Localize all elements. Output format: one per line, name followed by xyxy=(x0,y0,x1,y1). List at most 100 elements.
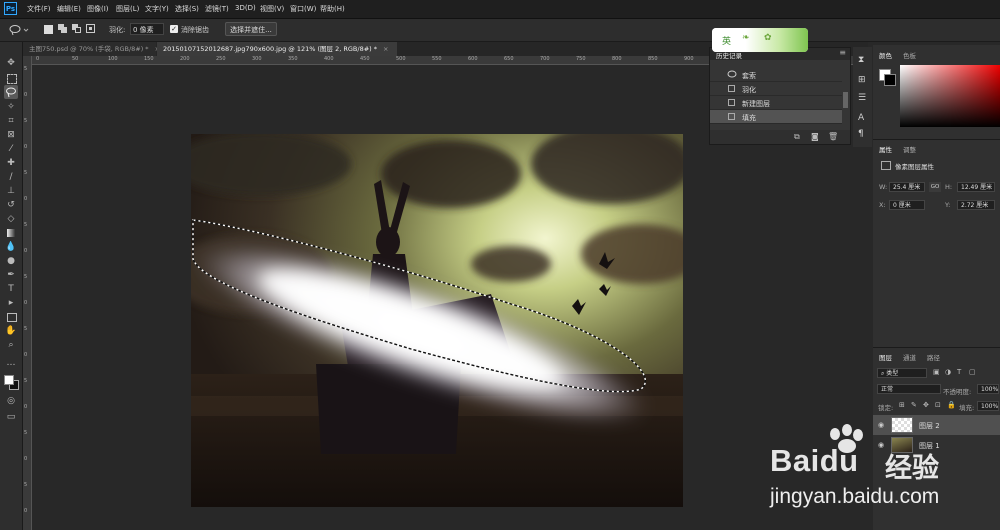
rectangle-tool-icon[interactable] xyxy=(4,310,18,324)
lock-transparent-icon[interactable]: ⊞ xyxy=(899,401,905,409)
paragraph-icon[interactable]: ¶ xyxy=(858,129,864,139)
lock-pixels-icon[interactable]: ✎ xyxy=(911,401,917,409)
y-field[interactable]: 2.72 厘米 xyxy=(957,200,995,210)
height-field[interactable]: 12.49 厘米 xyxy=(957,182,995,192)
blur-tool-icon[interactable]: 💧 xyxy=(4,240,18,254)
lasso-tool-preset-icon[interactable] xyxy=(8,23,30,37)
menu-filter[interactable]: 滤镜(T) xyxy=(205,4,229,14)
menu-window[interactable]: 窗口(W) xyxy=(290,4,316,14)
move-tool-icon[interactable]: ✥ xyxy=(4,56,18,70)
x-label: X: xyxy=(879,201,886,209)
swatches-icon[interactable]: ⊞ xyxy=(858,75,866,85)
more-tools-icon[interactable]: … xyxy=(4,356,18,370)
tab-properties[interactable]: 属性 xyxy=(879,144,892,154)
lock-label: 锁定: xyxy=(878,404,894,412)
width-field[interactable]: 25.4 厘米 xyxy=(889,182,925,192)
eyedropper-tool-icon[interactable]: ⁄ xyxy=(4,142,18,156)
tab-main-psd[interactable]: 主图750.psd @ 70% (手袋, RGB/8#) *× xyxy=(23,42,160,56)
menu-select[interactable]: 选择(S) xyxy=(175,4,199,14)
color-swatches-icon[interactable] xyxy=(4,375,19,390)
new-selection-icon[interactable] xyxy=(44,25,53,34)
filter-shape-icon[interactable]: ▢ xyxy=(969,368,976,376)
menu-view[interactable]: 视图(V) xyxy=(260,4,284,14)
hand-tool-icon[interactable]: ✋ xyxy=(4,324,18,338)
intersect-selection-icon[interactable] xyxy=(86,24,95,33)
opacity-field[interactable]: 100% xyxy=(977,384,999,394)
add-to-selection-icon[interactable] xyxy=(58,24,67,33)
new-document-from-state-icon[interactable]: ⧉ xyxy=(794,132,800,142)
x-field[interactable]: 0 厘米 xyxy=(889,200,925,210)
subtract-from-selection-icon[interactable] xyxy=(72,24,81,33)
tab-channels[interactable]: 通道 xyxy=(903,352,916,362)
menu-3d[interactable]: 3D(D) xyxy=(235,4,256,12)
gradient-tool-icon[interactable] xyxy=(4,226,18,240)
menu-help[interactable]: 帮助(H) xyxy=(320,4,345,14)
type-tool-icon[interactable]: T xyxy=(4,282,18,296)
frame-tool-icon[interactable]: ⊠ xyxy=(4,128,18,142)
zoom-tool-icon[interactable]: ⌕ xyxy=(4,338,18,352)
menu-edit[interactable]: 编辑(E) xyxy=(57,4,81,14)
visibility-eye-icon[interactable]: ◉ xyxy=(878,441,884,449)
antialias-checkbox[interactable]: ✓ xyxy=(170,25,178,33)
healing-brush-tool-icon[interactable]: ✚ xyxy=(4,156,18,170)
feather-input[interactable]: 0 像素 xyxy=(130,23,164,35)
link-proportions-icon[interactable]: GO xyxy=(929,182,941,192)
tab-adjustments[interactable]: 调整 xyxy=(903,144,916,154)
history-item[interactable]: 羽化 xyxy=(710,82,842,96)
history-brush-tool-icon[interactable]: ↺ xyxy=(4,198,18,212)
layer-row-selected[interactable]: ◉ 图层 2 xyxy=(873,415,1000,435)
eraser-tool-icon[interactable]: ◇ xyxy=(4,212,18,226)
ruler-tick: 600 xyxy=(468,56,478,62)
close-icon[interactable]: × xyxy=(383,45,388,53)
adjustments-icon[interactable]: ☰ xyxy=(858,93,866,103)
history-scrollbar[interactable] xyxy=(843,92,848,108)
screen-mode-icon[interactable]: ▭ xyxy=(4,410,18,424)
menu-type[interactable]: 文字(Y) xyxy=(145,4,169,14)
panel-menu-icon[interactable]: ≡ xyxy=(839,48,846,57)
magic-wand-tool-icon[interactable]: ✧ xyxy=(4,100,18,114)
filter-type-icon[interactable]: T xyxy=(957,368,961,376)
tab-paths[interactable]: 路径 xyxy=(927,352,940,362)
marquee-tool-icon[interactable] xyxy=(4,71,18,85)
history-item[interactable]: 套索 xyxy=(710,68,842,82)
document-canvas[interactable] xyxy=(191,134,683,507)
lasso-tool-icon[interactable] xyxy=(4,85,18,99)
menu-layer[interactable]: 图层(L) xyxy=(116,4,139,14)
visibility-eye-icon[interactable]: ◉ xyxy=(878,421,884,429)
history-panel-icon[interactable]: ⧗ xyxy=(858,55,864,65)
history-item-label: 新建图层 xyxy=(742,100,770,108)
translate-badge[interactable]: 英 ❧ ✿ xyxy=(712,28,808,52)
menu-image[interactable]: 图像(I) xyxy=(87,4,109,14)
layer-filter-select[interactable]: ⌕ 类型 xyxy=(877,368,927,378)
filter-image-icon[interactable]: ▣ xyxy=(933,368,940,376)
tab-active-jpg[interactable]: 20150107152012687.jpg790x600.jpg @ 121% … xyxy=(157,42,397,56)
lock-position-icon[interactable]: ✥ xyxy=(923,401,929,409)
filter-adjustment-icon[interactable]: ◑ xyxy=(945,368,951,376)
fill-field[interactable]: 100% xyxy=(977,401,999,411)
color-field[interactable] xyxy=(900,65,1000,127)
crop-tool-icon[interactable]: ⌗ xyxy=(4,114,18,128)
trash-icon[interactable]: 🗑 xyxy=(828,132,838,141)
brush-tool-icon[interactable]: ∕ xyxy=(4,170,18,184)
path-selection-tool-icon[interactable]: ▸ xyxy=(4,296,18,310)
tab-color[interactable]: 颜色 xyxy=(879,50,892,60)
tab-swatches[interactable]: 色板 xyxy=(903,50,916,60)
tab-layers[interactable]: 图层 xyxy=(879,352,892,362)
blend-mode-select[interactable]: 正常 xyxy=(877,384,941,394)
pen-tool-icon[interactable]: ✒ xyxy=(4,268,18,282)
menu-file[interactable]: 文件(F) xyxy=(27,4,51,14)
lock-artboard-icon[interactable]: ⊡ xyxy=(935,401,941,409)
clone-stamp-tool-icon[interactable]: ⊥ xyxy=(4,184,18,198)
collapsed-panel-dock: ⧗ ⊞ ☰ A ¶ xyxy=(853,47,872,147)
lock-all-icon[interactable]: 🔒 xyxy=(947,401,956,409)
history-step-icon xyxy=(728,113,735,120)
quick-mask-icon[interactable]: ◎ xyxy=(4,394,18,408)
history-item-selected[interactable]: 填充 xyxy=(710,110,842,124)
character-icon[interactable]: A xyxy=(858,113,864,123)
camera-snapshot-icon[interactable]: ◙ xyxy=(811,132,819,141)
select-and-mask-button[interactable]: 选择并遮住... xyxy=(225,22,277,36)
ruler-tick: 0 xyxy=(24,144,28,150)
history-item[interactable]: 新建图层 xyxy=(710,96,842,110)
dodge-tool-icon[interactable]: ● xyxy=(4,254,18,268)
background-color-swatch[interactable] xyxy=(884,74,896,86)
